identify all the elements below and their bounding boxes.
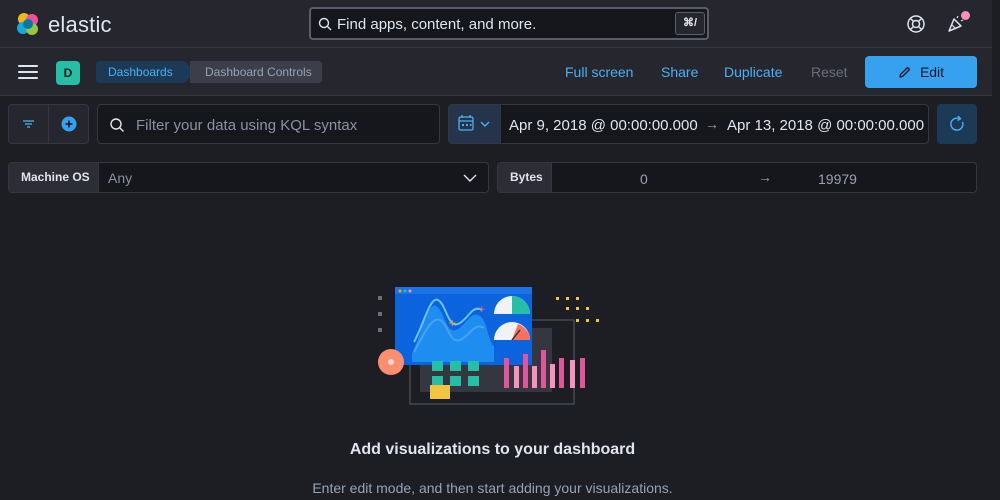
full-screen-button[interactable]: Full screen (565, 64, 633, 80)
bytes-range-arrow: → (758, 169, 772, 185)
add-filter-button[interactable] (49, 105, 89, 143)
filter-icon (23, 120, 34, 128)
menu-line (18, 71, 38, 73)
search-icon (318, 17, 332, 31)
share-button[interactable]: Share (661, 64, 698, 80)
reset-button[interactable]: Reset (811, 64, 848, 80)
quick-select-button[interactable] (449, 105, 501, 143)
machine-os-control[interactable]: Machine OS Any (8, 162, 489, 193)
kql-query-input[interactable]: Filter your data using KQL syntax (97, 104, 440, 144)
date-range-arrow: → (705, 116, 719, 132)
app-header: D Dashboards Dashboard Controls Full scr… (0, 48, 1000, 96)
plus-circle-icon (61, 116, 77, 132)
global-search-input[interactable]: Find apps, content, and more. ⌘/ (309, 7, 709, 40)
svg-text:+: + (478, 305, 486, 315)
end-date-button[interactable]: Apr 13, 2018 @ 00:00:00.000 (727, 117, 924, 134)
search-icon (110, 118, 124, 132)
machine-os-label: Machine OS (9, 163, 99, 192)
menu-toggle-button[interactable] (18, 65, 38, 81)
breadcrumb-dashboards[interactable]: Dashboards (96, 61, 195, 83)
elastic-logo-icon[interactable] (14, 10, 42, 38)
brand-name[interactable]: elastic (48, 12, 112, 38)
page-scrollbar[interactable] (992, 0, 1000, 500)
newsfeed-notification-badge (961, 11, 970, 20)
help-icon[interactable] (906, 14, 926, 34)
dashboard-empty-illustration: + + (378, 287, 599, 405)
svg-text:+: + (448, 318, 456, 329)
machine-os-value: Any (108, 170, 133, 186)
menu-line (18, 65, 38, 67)
refresh-icon (950, 115, 964, 131)
empty-state-description: Enter edit mode, and then start adding y… (312, 480, 673, 496)
pencil-icon (899, 66, 911, 78)
search-shortcut-badge: ⌘/ (675, 12, 705, 35)
filter-menu-button[interactable] (9, 105, 48, 143)
bytes-range-control: Bytes 0 → 19979 (497, 162, 977, 193)
calendar-icon (458, 115, 490, 131)
global-search-placeholder: Find apps, content, and more. (337, 16, 537, 33)
chevron-down-icon (463, 174, 477, 182)
start-date-button[interactable]: Apr 9, 2018 @ 00:00:00.000 (509, 117, 698, 134)
menu-line (18, 77, 38, 79)
global-header: elastic Find apps, content, and more. ⌘/ (0, 0, 1000, 48)
edit-button[interactable]: Edit (865, 56, 977, 88)
space-avatar[interactable]: D (56, 61, 80, 85)
bytes-label: Bytes (498, 163, 552, 192)
kql-query-placeholder: Filter your data using KQL syntax (136, 117, 358, 134)
bytes-min-input[interactable]: 0 (640, 171, 648, 187)
duplicate-button[interactable]: Duplicate (724, 64, 782, 80)
date-picker: Apr 9, 2018 @ 00:00:00.000 → Apr 13, 201… (448, 104, 929, 144)
breadcrumb-current: Dashboard Controls (190, 61, 322, 83)
filter-button-group (8, 104, 89, 144)
refresh-button[interactable] (937, 104, 977, 144)
bytes-max-input[interactable]: 19979 (818, 171, 857, 187)
edit-button-label: Edit (919, 64, 945, 80)
empty-state-title: Add visualizations to your dashboard (349, 441, 636, 458)
